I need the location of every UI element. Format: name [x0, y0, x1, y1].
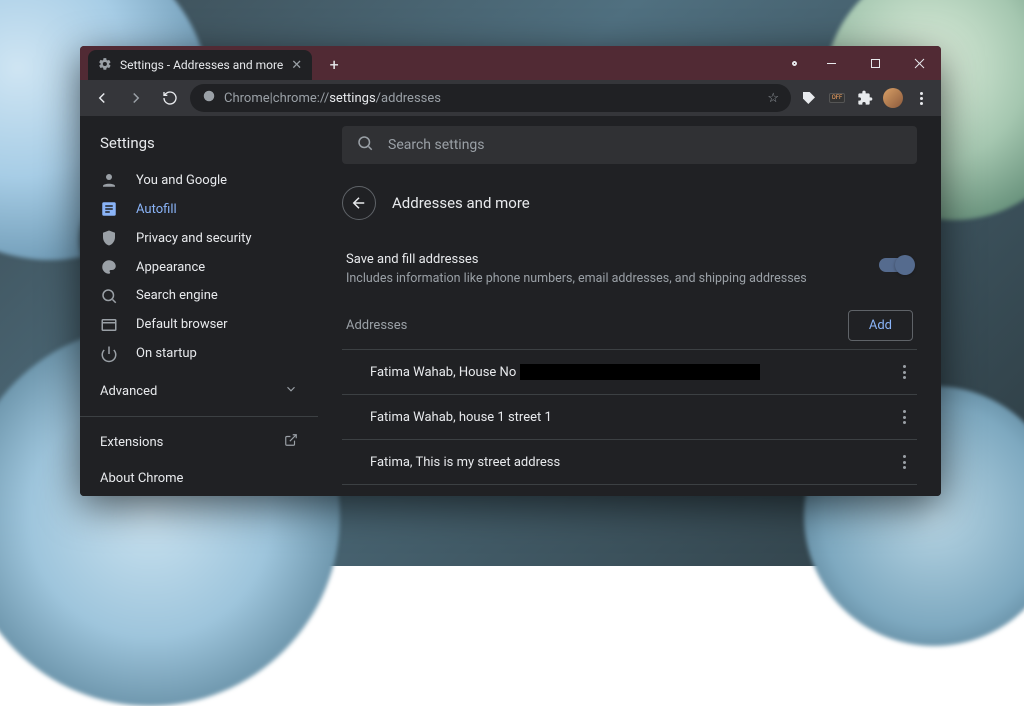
power-icon: [100, 345, 118, 363]
browser-menu-button[interactable]: [909, 86, 933, 110]
redacted-block: [520, 364, 760, 380]
close-window-button[interactable]: [897, 46, 941, 80]
url-text: Chrome | chrome://settings/addresses: [224, 91, 441, 106]
new-tab-button[interactable]: +: [320, 50, 348, 78]
close-tab-icon[interactable]: ✕: [291, 58, 302, 73]
back-button[interactable]: [88, 84, 116, 112]
sidebar-item-search-engine[interactable]: Search engine: [80, 282, 318, 311]
extension-tag-icon[interactable]: [797, 86, 821, 110]
browser-toolbar: Chrome | chrome://settings/addresses ☆ O…: [80, 80, 941, 116]
address-row[interactable]: Fatima Wahab, house 1 street 1: [342, 394, 917, 439]
address-text: Fatima, This is my street address: [370, 455, 560, 470]
settings-search[interactable]: [342, 126, 917, 164]
sidebar-item-about[interactable]: About Chrome: [80, 461, 318, 496]
address-row-menu[interactable]: [895, 406, 913, 428]
search-icon: [100, 287, 118, 305]
toggle-subtitle: Includes information like phone numbers,…: [346, 271, 807, 286]
address-row[interactable]: Fatima, This is my street address: [342, 439, 917, 485]
tab-search-icon[interactable]: [779, 46, 809, 80]
gear-icon: [98, 57, 112, 74]
window-titlebar: Settings - Addresses and more ✕ +: [80, 46, 941, 80]
address-text: Fatima Wahab, house 1 street 1: [370, 410, 552, 425]
address-list: Fatima Wahab, House No Fatima Wahab, hou…: [342, 349, 917, 485]
chrome-page-icon: [202, 89, 216, 107]
settings-sidebar: Settings You and Google Autofill Privacy…: [80, 116, 318, 496]
settings-main: Addresses and more Save and fill address…: [318, 116, 941, 496]
autofill-icon: [100, 200, 118, 218]
browser-tab[interactable]: Settings - Addresses and more ✕: [88, 50, 312, 80]
extensions-label: Extensions: [100, 435, 163, 450]
bookmark-star-icon[interactable]: ☆: [767, 91, 779, 106]
settings-search-input[interactable]: [388, 137, 903, 153]
sidebar-advanced-toggle[interactable]: Advanced: [80, 368, 318, 410]
shield-icon: [100, 229, 118, 247]
minimize-button[interactable]: [809, 46, 853, 80]
sidebar-item-label: Privacy and security: [136, 231, 252, 246]
toggle-title: Save and fill addresses: [346, 252, 807, 267]
sidebar-divider: [80, 416, 318, 417]
forward-button[interactable]: [122, 84, 150, 112]
palette-icon: [100, 258, 118, 276]
addresses-subhead: Addresses: [346, 318, 407, 333]
about-label: About Chrome: [100, 471, 183, 486]
extensions-puzzle-icon[interactable]: [853, 86, 877, 110]
sidebar-item-you-and-google[interactable]: You and Google: [80, 166, 318, 195]
reload-button[interactable]: [156, 84, 184, 112]
person-icon: [100, 171, 118, 189]
extension-off-icon[interactable]: OFF: [825, 86, 849, 110]
maximize-button[interactable]: [853, 46, 897, 80]
save-fill-addresses-row: Save and fill addresses Includes informa…: [342, 244, 917, 304]
window-controls: [779, 46, 941, 80]
page-back-button[interactable]: [342, 186, 376, 220]
address-row[interactable]: Fatima Wahab, House No: [342, 349, 917, 394]
add-address-button[interactable]: Add: [848, 310, 913, 341]
sidebar-item-label: Appearance: [136, 260, 205, 275]
advanced-label: Advanced: [100, 384, 157, 399]
page-header: Addresses and more: [342, 182, 917, 238]
sidebar-title: Settings: [80, 124, 318, 166]
search-icon: [356, 134, 374, 156]
sidebar-item-label: Search engine: [136, 288, 218, 303]
open-external-icon: [284, 433, 298, 451]
page-content: Settings You and Google Autofill Privacy…: [80, 116, 941, 496]
address-text: Fatima Wahab, House No: [370, 365, 516, 380]
address-row-menu[interactable]: [895, 361, 913, 383]
profile-avatar[interactable]: [881, 86, 905, 110]
sidebar-item-privacy[interactable]: Privacy and security: [80, 224, 318, 253]
sidebar-item-default-browser[interactable]: Default browser: [80, 310, 318, 339]
page-title: Addresses and more: [392, 194, 530, 212]
save-fill-addresses-toggle[interactable]: [879, 258, 913, 272]
address-bar[interactable]: Chrome | chrome://settings/addresses ☆: [190, 84, 791, 112]
browser-icon: [100, 316, 118, 334]
chrome-window: Settings - Addresses and more ✕ + Chrome…: [80, 46, 941, 496]
sidebar-item-extensions[interactable]: Extensions: [80, 423, 318, 461]
sidebar-item-on-startup[interactable]: On startup: [80, 339, 318, 368]
sidebar-item-label: Autofill: [136, 202, 177, 217]
sidebar-item-autofill[interactable]: Autofill: [80, 195, 318, 224]
sidebar-item-label: On startup: [136, 346, 197, 361]
sidebar-item-label: Default browser: [136, 317, 228, 332]
chevron-down-icon: [284, 382, 298, 400]
tab-title: Settings - Addresses and more: [120, 58, 283, 72]
sidebar-item-appearance[interactable]: Appearance: [80, 253, 318, 282]
sidebar-item-label: You and Google: [136, 173, 227, 188]
address-row-menu[interactable]: [895, 451, 913, 473]
